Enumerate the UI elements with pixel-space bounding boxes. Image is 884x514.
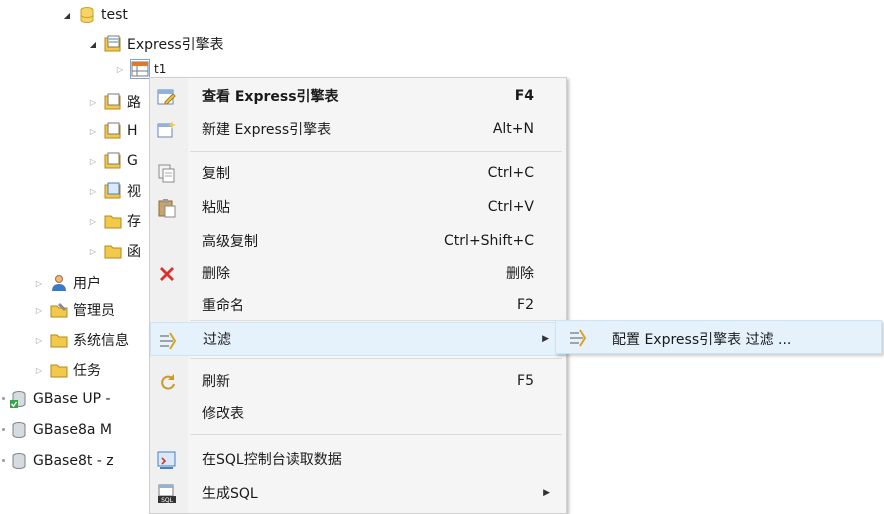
connected-database-icon (10, 391, 26, 408)
tree-node-test[interactable]: ◢ test (62, 4, 128, 26)
svg-text:SQL: SQL (161, 497, 174, 504)
expand-arrow-icon[interactable]: ◢ (88, 39, 98, 49)
folder-icon (50, 364, 68, 378)
tree-line-dot (2, 397, 5, 400)
tree-label: H (127, 123, 138, 139)
menu-item-new-express-table[interactable]: 新建 Express引擎表 Alt+N (150, 112, 566, 146)
new-table-icon (157, 121, 176, 138)
tree-node-folder[interactable]: ▷ 视 (88, 180, 141, 202)
tree-node-admins[interactable]: ▷ 管理员 (34, 299, 115, 321)
context-menu: 查看 Express引擎表 F4 新建 Express引擎表 Alt+N 复制 … (149, 77, 567, 514)
submenu-item-configure-filter[interactable]: 配置 Express引擎表 过滤 ... (612, 329, 791, 349)
menu-separator (190, 358, 562, 359)
tree-label: 存 (127, 214, 141, 230)
database-icon (12, 453, 26, 470)
menu-item-generate-sql[interactable]: SQL 生成SQL ▶ (150, 476, 566, 510)
tree-label: 视 (127, 184, 141, 200)
tree-label: GBase UP - (33, 391, 111, 407)
tree-node-connection[interactable]: GBase8t - z (2, 450, 114, 472)
view-folder-icon (104, 182, 121, 199)
edit-table-icon (157, 89, 176, 105)
menu-item-delete[interactable]: 删除 删除 (150, 256, 566, 290)
menu-separator (190, 434, 562, 435)
collapse-arrow-icon[interactable]: ▷ (88, 216, 98, 226)
database-icon (12, 422, 26, 439)
tree-label: GBase8t - z (33, 453, 114, 469)
collapse-arrow-icon[interactable]: ▷ (34, 305, 44, 315)
collapse-arrow-icon[interactable]: ▷ (115, 64, 125, 74)
tree-label: t1 (154, 62, 167, 76)
expand-arrow-icon[interactable]: ◢ (62, 10, 72, 20)
folder-icon (104, 245, 122, 259)
table-folder-icon (104, 35, 121, 52)
submenu-arrow-icon: ▶ (542, 334, 549, 344)
paste-icon (158, 199, 176, 218)
tree-label: 路 (127, 95, 141, 111)
tree-label: 函 (127, 244, 141, 260)
tree-node-folder[interactable]: ▷ H (88, 120, 138, 142)
tree-label: 用户 (73, 276, 101, 292)
menu-separator (190, 151, 562, 152)
menu-item-view-express-table[interactable]: 查看 Express引擎表 F4 (150, 79, 566, 113)
tree-node-connection[interactable]: GBase8a M (2, 419, 112, 441)
tree-line-dot (2, 428, 5, 431)
tree-label: 系统信息 (73, 333, 129, 349)
menu-item-alter-table[interactable]: 修改表 (150, 396, 566, 430)
copy-icon (158, 164, 175, 183)
database-icon (80, 7, 94, 24)
filter-icon (570, 329, 587, 347)
menu-item-refresh[interactable]: 刷新 F5 (150, 364, 566, 398)
tree-node-folder[interactable]: ▷ 存 (88, 210, 141, 232)
filter-icon (160, 332, 177, 350)
tree-label: test (101, 7, 128, 23)
tree-node-tasks[interactable]: ▷ 任务 (34, 359, 101, 381)
users-icon (52, 275, 66, 291)
tree-label: 任务 (73, 363, 101, 379)
collapse-arrow-icon[interactable]: ▷ (88, 186, 98, 196)
collapse-arrow-icon[interactable]: ▷ (34, 335, 44, 345)
tree-node-users[interactable]: ▷ 用户 (34, 272, 101, 294)
table-folder-icon (104, 122, 121, 139)
tree-label: 管理员 (73, 303, 115, 319)
folder-icon (50, 334, 68, 348)
menu-separator (190, 320, 562, 321)
collapse-arrow-icon[interactable]: ▷ (88, 126, 98, 136)
table-folder-icon (104, 93, 121, 110)
tree-node-express-folder[interactable]: ◢ Express引擎表 (88, 33, 224, 55)
collapse-arrow-icon[interactable]: ▷ (88, 97, 98, 107)
collapse-arrow-icon[interactable]: ▷ (88, 246, 98, 256)
delete-icon (160, 267, 174, 281)
folder-icon (104, 215, 122, 229)
refresh-icon (161, 374, 175, 390)
tree-node-folder[interactable]: ▷ 函 (88, 240, 141, 262)
tree-node-sysinfo[interactable]: ▷ 系统信息 (34, 329, 129, 351)
tree-node-folder[interactable]: ▷ 路 (88, 91, 141, 113)
filter-submenu: 配置 Express引擎表 过滤 ... (555, 320, 882, 354)
tree-label: GBase8a M (33, 422, 112, 438)
tree-line-dot (2, 459, 5, 462)
tree-label: Express引擎表 (127, 37, 224, 53)
collapse-arrow-icon[interactable]: ▷ (34, 365, 44, 375)
collapse-arrow-icon[interactable]: ▷ (34, 278, 44, 288)
tree-node-folder[interactable]: ▷ G (88, 150, 138, 172)
table-icon (130, 59, 150, 79)
generate-sql-icon: SQL (158, 484, 176, 504)
admin-folder-icon (50, 303, 68, 318)
menu-item-rename[interactable]: 重命名 F2 (150, 288, 566, 322)
menu-item-copy[interactable]: 复制 Ctrl+C (150, 156, 566, 190)
collapse-arrow-icon[interactable]: ▷ (88, 156, 98, 166)
menu-item-read-in-sql-console[interactable]: 在SQL控制台读取数据 (150, 442, 566, 476)
submenu-arrow-icon: ▶ (543, 488, 550, 498)
tree-node-connection[interactable]: GBase UP - (2, 388, 111, 410)
tree-label: G (127, 153, 138, 169)
table-folder-icon (104, 152, 121, 169)
menu-item-advanced-copy[interactable]: 高级复制 Ctrl+Shift+C (150, 224, 566, 258)
menu-item-paste[interactable]: 粘贴 Ctrl+V (150, 190, 566, 224)
sql-console-icon (157, 451, 176, 469)
menu-item-filter[interactable]: 过滤 ▶ (150, 322, 566, 356)
